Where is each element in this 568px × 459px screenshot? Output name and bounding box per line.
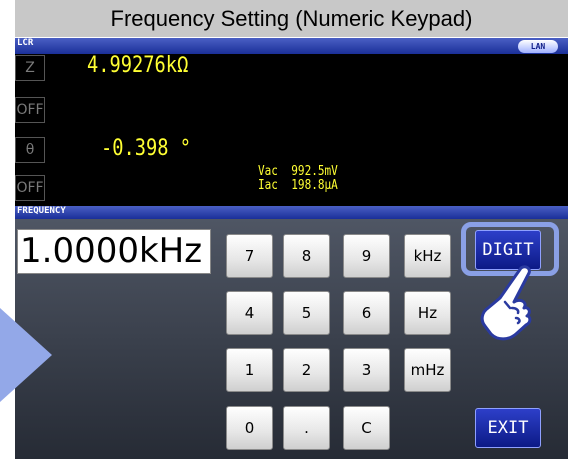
key-9[interactable]: 9 — [343, 234, 390, 278]
lan-badge: LAN — [518, 40, 558, 53]
iac-value: 198.8μA — [291, 178, 338, 193]
key-3[interactable]: 3 — [343, 348, 390, 392]
key-7[interactable]: 7 — [226, 234, 273, 278]
param2-label[interactable]: OFF — [15, 97, 45, 123]
pointing-hand-icon — [480, 265, 532, 341]
key-5[interactable]: 5 — [283, 291, 330, 335]
status-bar: LCR LAN — [15, 38, 568, 54]
param3-label[interactable]: θ — [15, 137, 45, 163]
exit-button[interactable]: EXIT — [475, 408, 541, 448]
iac-label: Iac — [258, 178, 278, 193]
vac-monitor: Vac 992.5mV — [258, 165, 338, 179]
vac-label: Vac — [258, 164, 278, 179]
frequency-bar: FREQUENCY — [15, 206, 568, 219]
key-8[interactable]: 8 — [283, 234, 330, 278]
iac-monitor: Iac 198.8μA — [258, 179, 338, 193]
key-4[interactable]: 4 — [226, 291, 273, 335]
mode-label: LCR — [17, 38, 34, 48]
key-1[interactable]: 1 — [226, 348, 273, 392]
frequency-display: 1.0000kHz — [17, 229, 211, 274]
key-decimal[interactable]: . — [283, 406, 330, 450]
key-clear[interactable]: C — [343, 406, 390, 450]
key-0[interactable]: 0 — [226, 406, 273, 450]
param4-label[interactable]: OFF — [15, 175, 45, 201]
key-khz[interactable]: kHz — [404, 234, 451, 278]
key-hz[interactable]: Hz — [404, 291, 451, 335]
key-6[interactable]: 6 — [343, 291, 390, 335]
vac-value: 992.5mV — [291, 164, 338, 179]
key-mhz[interactable]: mHz — [404, 348, 451, 392]
param1-value: 4.99276kΩ — [87, 53, 189, 78]
key-2[interactable]: 2 — [283, 348, 330, 392]
page-title: Frequency Setting (Numeric Keypad) — [15, 0, 568, 37]
indicator-arrow-icon — [0, 308, 52, 402]
param3-value: -0.398 ° — [101, 136, 192, 161]
param1-label[interactable]: Z — [15, 55, 45, 81]
